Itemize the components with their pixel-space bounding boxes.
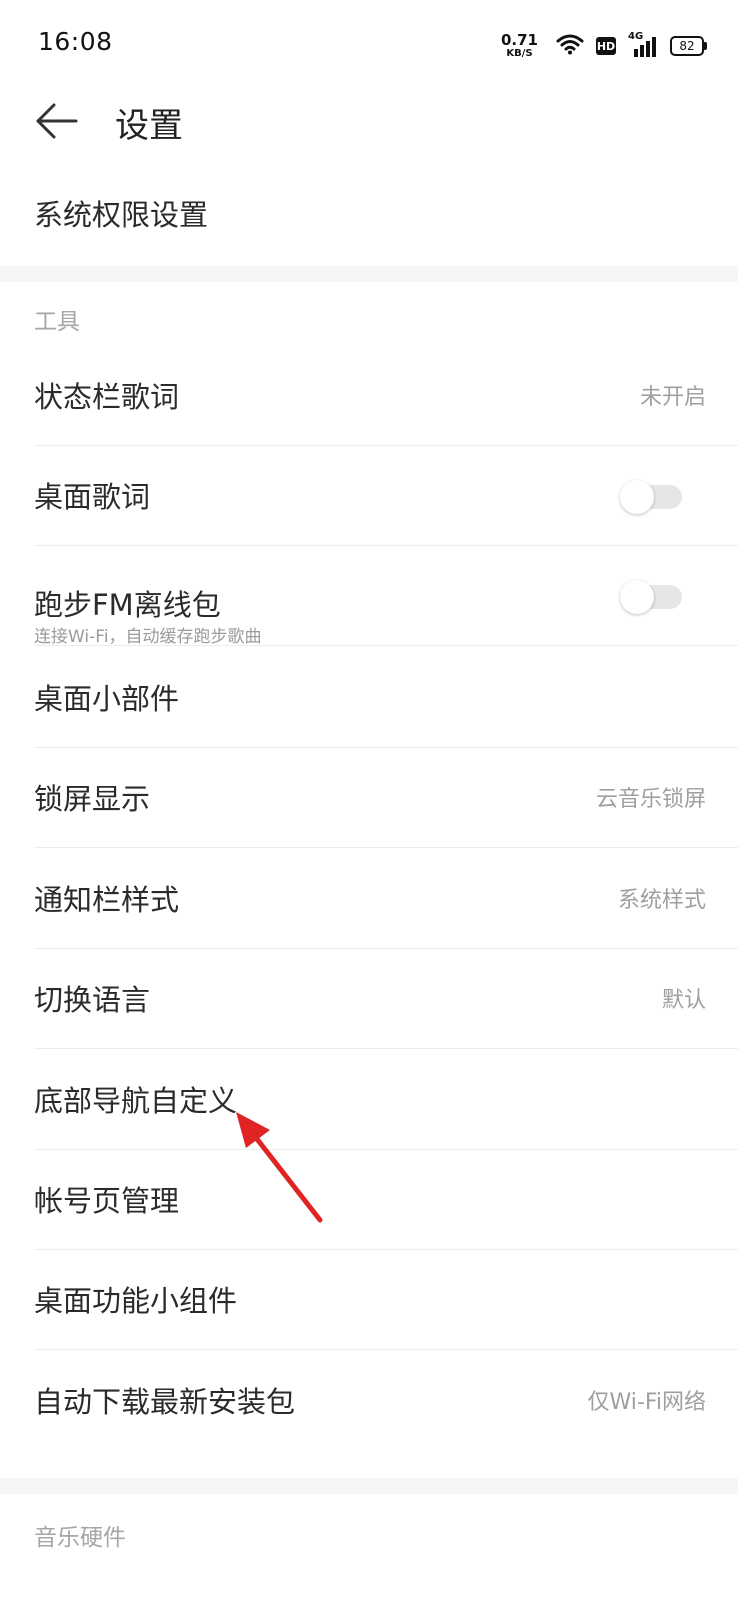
app-header: 设置 [0,90,738,156]
arrow-left-icon [36,103,78,139]
network-speed: 0.71 KB/S [501,33,538,59]
settings-row-auto-download-package[interactable]: 自动下载最新安装包 仅Wi-Fi网络 [0,1349,738,1451]
settings-row-switch-language[interactable]: 切换语言 默认 [0,947,738,1049]
settings-row-desktop-function-widget[interactable]: 桌面功能小组件 [0,1248,738,1350]
row-label: 跑步FM离线包 [34,588,221,622]
signal-label: 4G [628,31,644,42]
status-bar: 16:08 0.71 KB/S HD 4G 82 [0,0,738,90]
row-value: 仅Wi-Fi网络 [587,1390,707,1415]
row-label: 桌面歌词 [34,480,151,514]
row-value: 默认 [661,988,706,1013]
settings-row-desktop-widget[interactable]: 桌面小部件 [0,646,738,748]
battery-level: 82 [679,39,695,53]
row-label: 通知栏样式 [34,883,180,917]
desktop-lyrics-toggle[interactable] [620,480,682,514]
page-title: 设置 [115,106,183,146]
back-button[interactable] [32,96,82,146]
status-time: 16:08 [38,27,113,56]
row-value: 未开启 [639,385,706,410]
battery-icon: 82 [670,36,707,56]
settings-row-lockscreen-display[interactable]: 锁屏显示 云音乐锁屏 [0,746,738,848]
settings-row-running-fm-offline[interactable]: 跑步FM离线包 连接Wi-Fi，自动缓存跑步歌曲 [0,544,738,647]
row-value: 系统样式 [617,888,706,913]
row-label: 帐号页管理 [34,1184,180,1218]
row-label: 状态栏歌词 [34,380,180,414]
hd-icon: HD [596,37,616,55]
settings-row-notification-style[interactable]: 通知栏样式 系统样式 [0,847,738,949]
top-settings-section: 系统权限设置 [0,156,738,266]
settings-row-account-page[interactable]: 帐号页管理 [0,1148,738,1250]
cellular-signal-icon: 4G [628,31,658,57]
status-icons: 0.71 KB/S HD 4G 82 [501,30,707,62]
running-fm-offline-toggle[interactable] [620,580,682,614]
row-label: 切换语言 [34,983,151,1017]
row-label: 底部导航自定义 [34,1084,238,1118]
music-hardware-section: 音乐硬件 [0,1494,738,1600]
row-label: 自动下载最新安装包 [34,1385,296,1419]
wifi-icon [556,33,584,59]
section-title-tools: 工具 [34,309,80,335]
network-speed-value: 0.71 [500,31,538,49]
row-value: 云音乐锁屏 [595,787,706,812]
settings-row-system-permissions[interactable]: 系统权限设置 [0,162,738,264]
settings-row-bottom-nav-custom[interactable]: 底部导航自定义 [0,1048,738,1150]
network-speed-unit: KB/S [506,48,533,59]
tools-section: 工具 状态栏歌词 未开启 桌面歌词 跑步FM离线包 连接Wi-Fi，自动缓存跑步… [0,282,738,1478]
settings-row-desktop-lyrics[interactable]: 桌面歌词 [0,444,738,546]
section-title-music-hardware: 音乐硬件 [34,1525,126,1551]
row-label: 桌面小部件 [34,682,180,716]
row-label: 锁屏显示 [34,782,151,816]
row-label: 系统权限设置 [34,198,209,232]
settings-row-statusbar-lyrics[interactable]: 状态栏歌词 未开启 [0,344,738,446]
settings-screen: 16:08 0.71 KB/S HD 4G 82 设置 系统权限设置 工具 状态… [0,0,738,1600]
row-label: 桌面功能小组件 [34,1284,238,1318]
row-subtitle: 连接Wi-Fi，自动缓存跑步歌曲 [34,627,262,647]
